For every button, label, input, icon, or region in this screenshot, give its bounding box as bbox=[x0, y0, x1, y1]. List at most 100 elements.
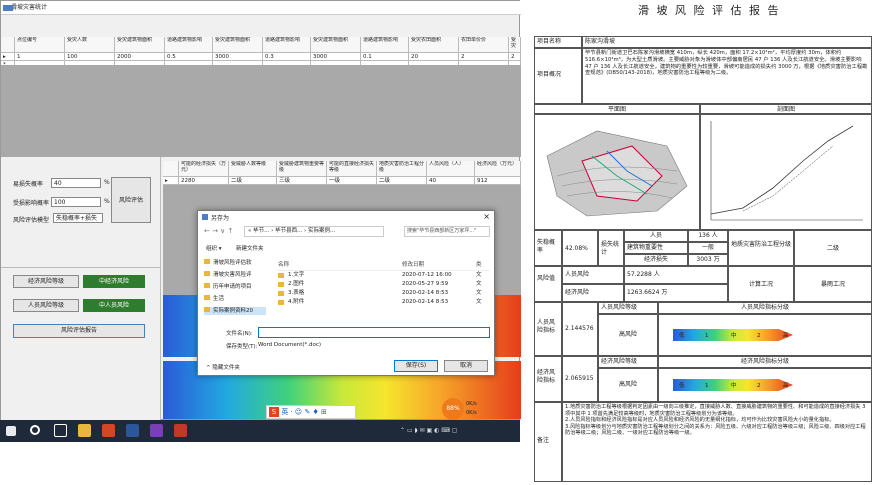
tree-item[interactable]: 历年申请的项目 bbox=[204, 283, 266, 291]
tree-item[interactable]: 生活 bbox=[204, 295, 266, 303]
hide-folders-toggle[interactable]: ^ 隐藏文件夹 bbox=[206, 363, 240, 371]
t1-header-10[interactable]: 农田单价价 bbox=[459, 37, 509, 53]
t2-cell[interactable]: 一级 bbox=[327, 177, 377, 185]
result-table[interactable]: 可能的经济损失（万元） 受威胁人数等级 受威胁建筑物重要等级 可能的直接经济损失等级地… bbox=[163, 161, 521, 185]
t1-cell[interactable]: 0.5 bbox=[165, 53, 213, 61]
t2-header-6[interactable]: 人员风险（人） bbox=[427, 161, 475, 177]
t2-cell[interactable]: 2280 bbox=[179, 177, 229, 185]
new-folder-button[interactable]: 新建文件夹 bbox=[236, 243, 264, 255]
type-select[interactable]: Word Document(*.doc) bbox=[258, 340, 490, 351]
folder-icon[interactable] bbox=[78, 424, 91, 437]
t1-cell[interactable]: 0.3 bbox=[263, 53, 311, 61]
nav-arrows[interactable]: ← → ∨ ↑ bbox=[204, 227, 233, 235]
powerpoint-icon[interactable] bbox=[102, 424, 115, 437]
person-level-button[interactable]: 人员风险等级 bbox=[13, 299, 79, 312]
ime-tools-icon[interactable]: · ☺ ✎ ♦ ⊞ bbox=[290, 408, 326, 416]
t2-cell[interactable]: ▸ bbox=[163, 177, 179, 185]
t2-cell[interactable]: 三级 bbox=[277, 177, 327, 185]
t2-header-1[interactable]: 可能的经济损失（万元） bbox=[179, 161, 229, 177]
t2-header-7[interactable]: 经济风险（万元） bbox=[475, 161, 521, 177]
tree-item[interactable]: 滑坡风险评估软 bbox=[204, 259, 266, 267]
word-icon[interactable] bbox=[126, 424, 139, 437]
path-3[interactable]: 实际案例... bbox=[308, 228, 335, 234]
t1-cell[interactable]: 0.1 bbox=[361, 53, 409, 61]
t2-cell[interactable]: 二级 bbox=[229, 177, 277, 185]
t1-header-4[interactable]: 道路建筑物影响 bbox=[165, 37, 213, 53]
cancel-button[interactable]: 取消 bbox=[444, 360, 488, 372]
t1-header-0[interactable] bbox=[1, 37, 15, 53]
assess-button[interactable]: 风险评估 bbox=[111, 177, 151, 223]
t1-header-2[interactable]: 受灾人数 bbox=[65, 37, 115, 53]
t1-header-11[interactable]: 受灾 bbox=[509, 37, 521, 53]
file-column-header[interactable]: 类 bbox=[476, 261, 482, 269]
impact-input[interactable]: 100 bbox=[51, 197, 101, 207]
close-icon[interactable]: × bbox=[483, 212, 490, 221]
task-view-icon[interactable] bbox=[54, 424, 67, 437]
file-row[interactable]: 2.图件 2020-05-27 9:59 文 bbox=[276, 280, 490, 289]
filename-input[interactable] bbox=[258, 327, 490, 338]
file-row[interactable]: 3.表格 2020-02-14 8:53 文 bbox=[276, 289, 490, 298]
loss-rate-unit: % bbox=[104, 179, 110, 186]
type-select-value: Word Document(*.doc) bbox=[258, 342, 322, 348]
t1-cell[interactable]: ▸ bbox=[1, 53, 15, 61]
t1-header-6[interactable]: 道路建筑物影响 bbox=[263, 37, 311, 53]
t2-cell[interactable]: 912 bbox=[475, 177, 521, 185]
path-2[interactable]: 毕节县西... bbox=[275, 228, 302, 234]
tree-item[interactable]: 实际案例资料20 bbox=[204, 307, 266, 315]
t1-cell[interactable]: 20 bbox=[409, 53, 459, 61]
t1-cell[interactable]: 100 bbox=[65, 53, 115, 61]
path-bar[interactable]: « 毕节... › 毕节县西... › 实际案例... bbox=[244, 226, 384, 237]
t1-header-5[interactable]: 受灾建筑物面积 bbox=[213, 37, 263, 53]
ime-toolbar[interactable]: S 英 · ☺ ✎ ♦ ⊞ bbox=[266, 405, 356, 419]
econ-loss-value: 3003 万 bbox=[688, 254, 728, 266]
filename-label: 文件名(N): bbox=[226, 331, 253, 337]
t2-header-4[interactable]: 可能的直接经济损失等级 bbox=[327, 161, 377, 177]
file-column-header[interactable]: 修改日期 bbox=[402, 261, 424, 269]
t1-cell[interactable]: 2000 bbox=[115, 53, 165, 61]
folder-tree[interactable]: 滑坡风险评估软 滑坡灾害风险评 历年申请的项目 生活实际案例资料20 bbox=[204, 259, 266, 321]
tray-icons[interactable]: ⌃ ▭ ◗ ✉ ▣ ◐ ⌨ ▢ bbox=[400, 427, 457, 434]
model-label: 风险评估模型 bbox=[13, 217, 50, 224]
t2-header-0[interactable] bbox=[163, 161, 179, 177]
t1-cell[interactable]: 3000 bbox=[213, 53, 263, 61]
t2-header-2[interactable]: 受威胁人数等级 bbox=[229, 161, 277, 177]
path-1[interactable]: « 毕节... bbox=[248, 228, 269, 234]
pr-bar-cell: 低 1 中 2 高 bbox=[658, 314, 872, 356]
t1-header-3[interactable]: 受灾建筑物面积 bbox=[115, 37, 165, 53]
t2-header-3[interactable]: 受威胁建筑物重要等级 bbox=[277, 161, 327, 177]
file-list[interactable]: 名称 修改日期 类 1.文字 2020-07-12 16:00 文 2.图件 2020-05-… bbox=[276, 259, 490, 315]
t2-header-5[interactable]: 地质灾害防治工程分级 bbox=[377, 161, 427, 177]
save-button[interactable]: 保存(S) bbox=[394, 360, 438, 372]
title-bar: 滑坡灾害统计 bbox=[1, 1, 521, 15]
hazard-table[interactable]: 点位编号 受灾人数 受灾建筑物面积 道路建筑物影响 受灾建筑物面积 道路建筑物影响 受灾建筑… bbox=[1, 37, 521, 69]
t1-header-1[interactable]: 点位编号 bbox=[15, 37, 65, 53]
visual-studio-icon[interactable] bbox=[150, 424, 163, 437]
t1-cell[interactable]: 3000 bbox=[311, 53, 361, 61]
t2-cell[interactable]: 40 bbox=[427, 177, 475, 185]
t1-header-7[interactable]: 受灾建筑物面积 bbox=[311, 37, 361, 53]
ime-mode[interactable]: 英 bbox=[281, 408, 288, 416]
t1-cell[interactable]: 2 bbox=[509, 53, 521, 61]
file-column-header[interactable]: 名称 bbox=[278, 261, 289, 269]
econ-level-button[interactable]: 经济风险等级 bbox=[13, 275, 79, 288]
persons-value: 136 人 bbox=[688, 230, 728, 242]
loss-rate-input[interactable]: 40 bbox=[51, 178, 101, 188]
search-icon[interactable] bbox=[30, 425, 40, 435]
file-row[interactable]: 1.文字 2020-07-12 16:00 文 bbox=[276, 271, 490, 280]
windows-start-icon[interactable] bbox=[6, 426, 16, 436]
t1-header-8[interactable]: 道路建筑物影响 bbox=[361, 37, 409, 53]
report-button[interactable]: 风险评估报告 bbox=[13, 324, 145, 338]
fail-prob-label: 失稳概率 bbox=[534, 230, 562, 266]
search-input[interactable]: 搜索"毕节县西部新区万家坪..." bbox=[404, 226, 490, 237]
file-row[interactable]: 4.附件 2020-02-14 8:53 文 bbox=[276, 298, 490, 307]
app-taskbar-icon[interactable] bbox=[174, 424, 187, 437]
save-as-dialog[interactable]: 另存为 × ← → ∨ ↑ « 毕节... › 毕节县西... › 实际案例..… bbox=[197, 210, 495, 376]
model-select[interactable]: 失稳概率+损失 bbox=[53, 213, 103, 223]
t1-cell[interactable]: 1 bbox=[15, 53, 65, 61]
t2-cell[interactable]: 二级 bbox=[377, 177, 427, 185]
fail-prob-value: 42.08% bbox=[562, 230, 598, 266]
organize-button[interactable]: 组织 ▾ bbox=[206, 243, 222, 255]
t1-cell[interactable]: 2 bbox=[459, 53, 509, 61]
t1-header-9[interactable]: 受灾农田面积 bbox=[409, 37, 459, 53]
tree-item[interactable]: 滑坡灾害风险评 bbox=[204, 271, 266, 279]
